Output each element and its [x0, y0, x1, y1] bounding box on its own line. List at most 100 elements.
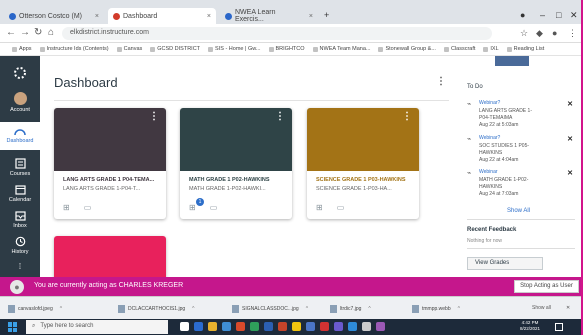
discussions-icon[interactable]: ▭: [84, 203, 92, 212]
nav-history[interactable]: History: [0, 236, 40, 255]
announcements-icon[interactable]: ⊞: [316, 203, 323, 212]
windows-start-icon[interactable]: [8, 322, 18, 332]
outlook-icon[interactable]: [306, 322, 315, 331]
notification-icon[interactable]: [555, 323, 563, 331]
card-course-name[interactable]: LANG ARTS GRADE 1 P04-TEMA...: [63, 177, 154, 183]
course-card[interactable]: ⋮ MATH GRADE 1 P02-HAWKINS MATH GRADE 1-…: [180, 108, 292, 219]
bookmark-item[interactable]: Apps: [12, 46, 32, 52]
bookmark-item[interactable]: GCSD DISTRICT: [150, 46, 200, 52]
nav-more[interactable]: ⁞: [0, 262, 40, 271]
browser-tab[interactable]: NWEA Learn Exercis... ×: [220, 8, 318, 24]
bookmark-item[interactable]: Stonewall Group &...: [378, 46, 436, 52]
stop-acting-button[interactable]: Stop Acting as User: [514, 280, 579, 293]
nav-dashboard[interactable]: Dashboard: [0, 122, 40, 150]
course-card[interactable]: ⋮ LANG ARTS GRADE 1 P04-TEMA... LANG ART…: [54, 108, 166, 219]
nav-inbox[interactable]: Inbox: [0, 210, 40, 229]
nav-courses[interactable]: Courses: [0, 158, 40, 177]
clock[interactable]: 4:42 PM 8/22/2021: [520, 320, 540, 332]
zoom-icon[interactable]: [348, 322, 357, 331]
office-icon[interactable]: [236, 322, 245, 331]
announcements-icon[interactable]: ⊞: [63, 203, 70, 212]
word-icon[interactable]: [264, 322, 273, 331]
close-icon[interactable]: ✕: [566, 305, 570, 311]
dismiss-icon[interactable]: ✕: [567, 169, 573, 177]
card-options-icon[interactable]: ⋮: [275, 111, 285, 122]
url-field[interactable]: elkdistrict.instructure.com: [62, 27, 492, 40]
nav-account[interactable]: Account: [0, 92, 40, 113]
course-card[interactable]: ⋮ SCIENCE GRADE 1 P03-HAWKINS SCIENCE GR…: [307, 108, 419, 219]
reload-icon[interactable]: ↻: [34, 27, 42, 38]
chevron-down-icon[interactable]: ^: [192, 306, 194, 312]
chrome-icon[interactable]: [292, 322, 301, 331]
forward-icon[interactable]: →: [20, 27, 30, 38]
download-item[interactable]: ltrdic7.jpg ^: [330, 305, 371, 313]
chevron-down-icon[interactable]: ^: [368, 306, 370, 312]
card-options-icon[interactable]: ⋮: [149, 111, 159, 122]
view-grades-button[interactable]: View Grades: [467, 257, 543, 270]
extension-icon[interactable]: ◆: [536, 28, 543, 39]
acrobat-icon[interactable]: [320, 322, 329, 331]
bookmark-item[interactable]: IXL: [483, 46, 499, 52]
browser-tab-active[interactable]: Dashboard ×: [108, 8, 216, 24]
assignment-icon: ⌁: [467, 136, 472, 143]
bookmark-item[interactable]: SIS - Home | Gw...: [208, 46, 261, 52]
powerpoint-icon[interactable]: [278, 322, 287, 331]
bookmark-item[interactable]: BRIGHTCO: [268, 46, 305, 52]
show-all-downloads-link[interactable]: Show all: [532, 305, 551, 311]
download-item[interactable]: DCLACCARTHOCIS1.jpg ^: [118, 305, 195, 313]
todo-title[interactable]: Webinar?: [479, 100, 500, 106]
chevron-down-icon[interactable]: ^: [458, 306, 460, 312]
avatar[interactable]: ●: [552, 28, 557, 38]
card-course-name[interactable]: SCIENCE GRADE 1 P03-HAWKINS: [316, 177, 406, 183]
nav-dashboard-label: Dashboard: [6, 138, 34, 144]
file-explorer-icon[interactable]: [208, 322, 217, 331]
task-view-icon[interactable]: [180, 322, 189, 331]
bookmark-item[interactable]: Instructure Ids (Contents): [39, 46, 109, 52]
announcements-icon[interactable]: ⊞ 1: [189, 198, 204, 212]
star-icon[interactable]: ☆: [520, 28, 528, 39]
new-tab-button[interactable]: +: [324, 10, 329, 20]
todo-title[interactable]: Webinar: [479, 169, 498, 175]
onenote-icon[interactable]: [376, 322, 385, 331]
dismiss-icon[interactable]: ✕: [567, 100, 573, 108]
course-card[interactable]: [54, 236, 166, 277]
dashboard-options-icon[interactable]: ⋮: [436, 76, 446, 87]
profile-icon[interactable]: ●: [520, 10, 525, 20]
dismiss-icon[interactable]: ✕: [567, 135, 573, 143]
history-icon: [15, 236, 25, 247]
bookmark-item[interactable]: Reading List: [506, 46, 544, 52]
menu-icon[interactable]: ⋮: [568, 28, 577, 39]
excel-icon[interactable]: [250, 322, 259, 331]
chevron-down-icon[interactable]: ^: [306, 306, 308, 312]
minimize-icon[interactable]: –: [540, 10, 545, 20]
taskbar-search-input[interactable]: ⌕ Type here to search: [26, 320, 168, 334]
edge-icon[interactable]: [194, 322, 203, 331]
home-icon[interactable]: ⌂: [48, 27, 54, 38]
close-window-icon[interactable]: ✕: [570, 10, 578, 21]
close-icon[interactable]: ×: [309, 13, 313, 20]
download-item[interactable]: SIGNALCLASSDOC...jpg ^: [232, 305, 308, 313]
back-icon[interactable]: ←: [6, 27, 16, 38]
teams-icon[interactable]: [334, 322, 343, 331]
bookmark-item[interactable]: Canvas: [116, 46, 142, 52]
download-item[interactable]: canvaslofd.jpeg ^: [8, 305, 62, 313]
bookmark-item[interactable]: Classcraft: [443, 46, 475, 52]
maximize-icon[interactable]: □: [556, 10, 561, 20]
chevron-down-icon[interactable]: ^: [60, 306, 62, 312]
store-icon[interactable]: [222, 322, 231, 331]
discussions-icon[interactable]: ▭: [210, 203, 218, 212]
bookmark-icon: [483, 46, 489, 52]
logo-icon[interactable]: [0, 66, 40, 82]
todo-title[interactable]: Webinar?: [479, 135, 500, 141]
browser-tab[interactable]: Otterson Costco (M) ×: [4, 8, 104, 24]
show-all-link[interactable]: Show All: [507, 208, 530, 214]
settings-icon[interactable]: [362, 322, 371, 331]
discussions-icon[interactable]: ▭: [337, 203, 345, 212]
bookmark-item[interactable]: NWEA Team Mana...: [312, 46, 370, 52]
nav-calendar[interactable]: Calendar: [0, 184, 40, 203]
close-icon[interactable]: ×: [207, 13, 211, 20]
download-item[interactable]: tmmpp.webb ^: [412, 305, 460, 313]
card-options-icon[interactable]: ⋮: [402, 111, 412, 122]
close-icon[interactable]: ×: [95, 13, 99, 20]
card-course-name[interactable]: MATH GRADE 1 P02-HAWKINS: [189, 177, 270, 183]
